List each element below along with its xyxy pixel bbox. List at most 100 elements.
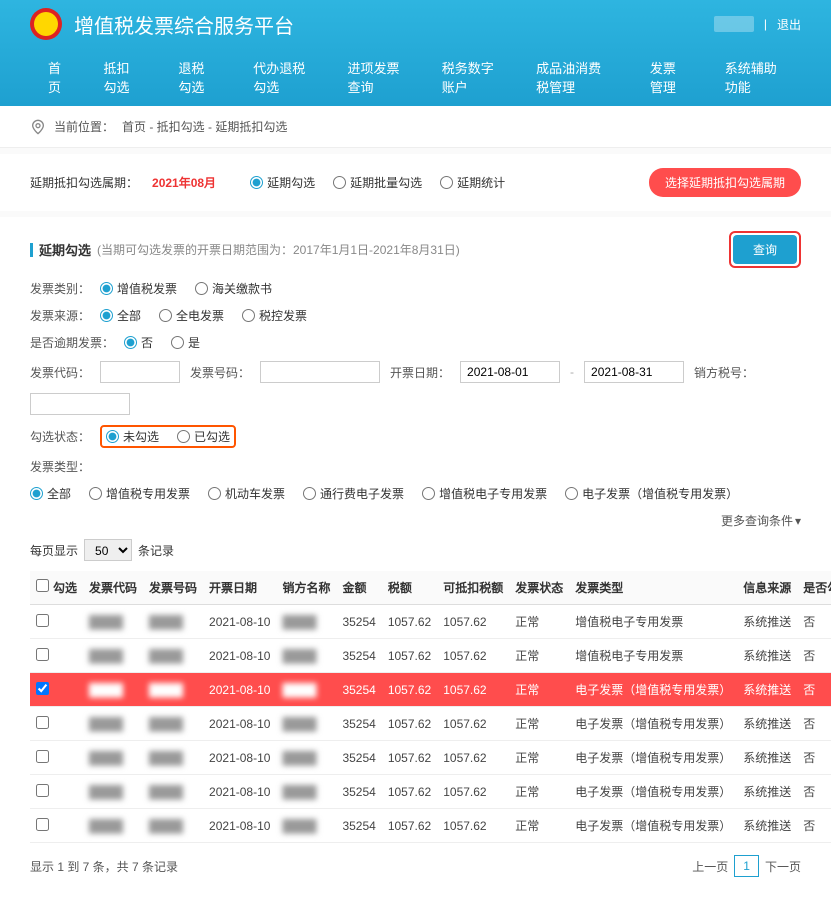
status-radio-0[interactable] [106,430,119,443]
source-radio-1[interactable] [159,309,172,322]
status-radio-1[interactable] [177,430,190,443]
category-option-1[interactable]: 海关缴款书 [195,280,272,297]
cell-src: 系统推送 [737,707,797,741]
overdue-radio-1[interactable] [171,336,184,349]
period-value: 2021年08月 [152,174,216,191]
more-filters-link[interactable]: 更多查询条件 ▾ [721,512,801,529]
col-header-3: 开票日期 [203,571,276,605]
nav-item-1[interactable]: 抵扣勾选 [85,48,160,106]
page-number-current[interactable]: 1 [734,855,759,877]
period-mode-radio-1[interactable] [333,176,346,189]
seller-tax-label: 销方税号： [694,364,754,381]
source-label: 发票来源： [30,307,90,324]
nav-item-8[interactable]: 系统辅助功能 [707,48,801,106]
status-option-1[interactable]: 已勾选 [177,428,230,445]
inv-type-radio-4[interactable] [422,487,435,500]
period-mode-option-1[interactable]: 延期批量勾选 [333,174,422,191]
cell-amount: 35254 [336,775,381,809]
row-checkbox[interactable] [36,784,49,797]
overdue-radio-0[interactable] [124,336,137,349]
cell-seller: ████ [276,673,336,707]
inv-type-option-0[interactable]: 全部 [30,485,71,502]
status-radios: 未勾选 已勾选 [106,428,230,445]
source-radio-0[interactable] [100,309,113,322]
invoice-code-label: 发票代码： [30,364,90,381]
nav-item-4[interactable]: 进项发票查询 [329,48,423,106]
prev-page-link[interactable]: 上一页 [692,858,728,875]
select-period-button[interactable]: 选择延期抵扣勾选属期 [649,168,801,197]
row-checkbox[interactable] [36,716,49,729]
col-header-0: 勾选 [30,571,83,605]
table-row[interactable]: ████████2021-08-10████352541057.621057.6… [30,775,831,809]
source-option-2[interactable]: 税控发票 [242,307,307,324]
overdue-option-1[interactable]: 是 [171,334,200,351]
inv-type-radio-0[interactable] [30,487,43,500]
page-size-suffix: 条记录 [138,542,174,559]
cell-checked: 否 [797,809,831,843]
source-option-0[interactable]: 全部 [100,307,141,324]
table-row[interactable]: ████████2021-08-10████352541057.621057.6… [30,605,831,639]
period-mode-option-0[interactable]: 延期勾选 [250,174,315,191]
table-row[interactable]: ████████2021-08-10████352541057.621057.6… [30,639,831,673]
row-checkbox[interactable] [36,750,49,763]
cell-date: 2021-08-10 [203,775,276,809]
cell-status: 正常 [509,639,569,673]
inv-type-radio-5[interactable] [565,487,578,500]
cell-date: 2021-08-10 [203,707,276,741]
nav-item-3[interactable]: 代办退税勾选 [235,48,329,106]
category-radio-1[interactable] [195,282,208,295]
row-checkbox[interactable] [36,818,49,831]
cell-checked: 否 [797,741,831,775]
inv-type-option-1[interactable]: 增值税专用发票 [89,485,190,502]
nav-item-7[interactable]: 发票管理 [632,48,707,106]
inv-type-option-3[interactable]: 通行费电子发票 [303,485,404,502]
row-checkbox[interactable] [36,648,49,661]
inv-type-radio-1[interactable] [89,487,102,500]
cell-src: 系统推送 [737,741,797,775]
nav-item-6[interactable]: 成品油消费税管理 [518,48,632,106]
query-button[interactable]: 查询 [733,235,797,264]
table-row[interactable]: ████████2021-08-10████352541057.621057.6… [30,673,831,707]
inv-type-label-0: 全部 [47,485,71,502]
table-row[interactable]: ████████2021-08-10████352541057.621057.6… [30,741,831,775]
status-option-0[interactable]: 未勾选 [106,428,159,445]
period-mode-radio-2[interactable] [440,176,453,189]
source-option-1[interactable]: 全电发票 [159,307,224,324]
category-radio-0[interactable] [100,282,113,295]
date-from-input[interactable] [460,361,560,383]
seller-tax-input[interactable] [30,393,130,415]
logout-link[interactable]: 退出 [777,16,801,33]
cell-tax: 1057.62 [382,809,437,843]
cell-src: 系统推送 [737,639,797,673]
date-separator: - [570,365,574,379]
period-mode-radio-0[interactable] [250,176,263,189]
invoice-code-input[interactable] [100,361,180,383]
col-header-6: 税额 [382,571,437,605]
inv-type-option-4[interactable]: 增值税电子专用发票 [422,485,547,502]
inv-type-radio-2[interactable] [208,487,221,500]
category-option-0[interactable]: 增值税发票 [100,280,177,297]
invoice-number-input[interactable] [260,361,380,383]
select-all-checkbox[interactable] [36,579,49,592]
chevron-down-icon: ▾ [795,514,801,528]
table-row[interactable]: ████████2021-08-10████352541057.621057.6… [30,809,831,843]
cell-seller: ████ [276,605,336,639]
breadcrumb: 当前位置： 首页 - 抵扣勾选 - 延期抵扣勾选 [0,106,831,148]
source-radio-2[interactable] [242,309,255,322]
period-mode-option-2[interactable]: 延期统计 [440,174,505,191]
page-size-select[interactable]: 50 [84,539,132,561]
nav-item-0[interactable]: 首页 [30,48,85,106]
table-row[interactable]: ████████2021-08-10████352541057.621057.6… [30,707,831,741]
nav-item-2[interactable]: 退税勾选 [160,48,235,106]
inv-type-option-2[interactable]: 机动车发票 [208,485,285,502]
row-checkbox[interactable] [36,682,49,695]
nav-item-5[interactable]: 税务数字账户 [424,48,518,106]
inv-type-radio-3[interactable] [303,487,316,500]
inv-type-option-5[interactable]: 电子发票（增值税专用发票） [565,485,738,502]
next-page-link[interactable]: 下一页 [765,858,801,875]
table-header-row: 勾选发票代码发票号码开票日期销方名称金额税额可抵扣税额发票状态发票类型信息来源是… [30,571,831,605]
row-checkbox[interactable] [36,614,49,627]
overdue-option-0[interactable]: 否 [124,334,153,351]
date-to-input[interactable] [584,361,684,383]
status-label-1: 已勾选 [194,428,230,445]
